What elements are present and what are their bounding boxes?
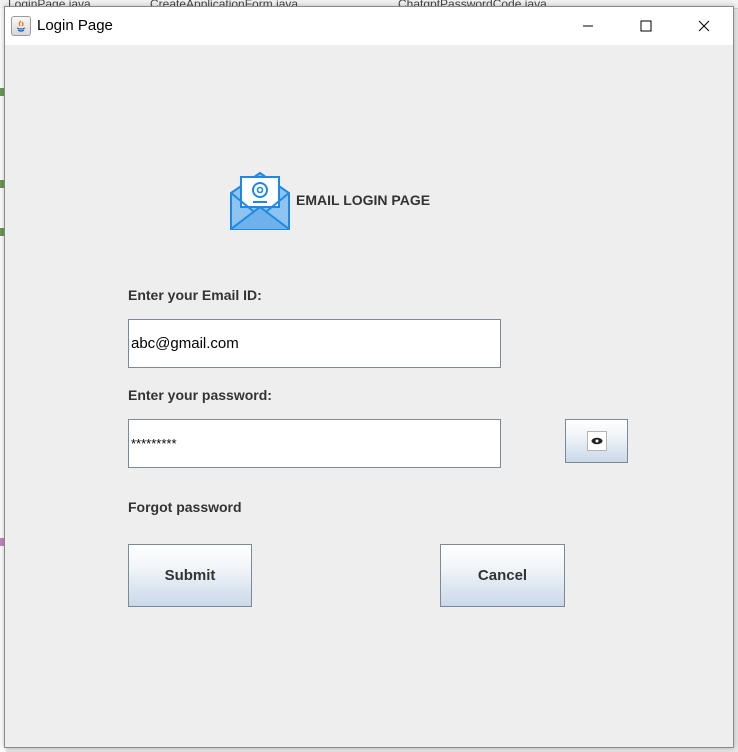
title-bar[interactable]: Login Page (5, 7, 733, 45)
email-input[interactable] (128, 319, 501, 368)
maximize-icon (640, 20, 652, 32)
window-title: Login Page (37, 17, 113, 34)
minimize-button[interactable] (559, 7, 617, 45)
password-input[interactable] (128, 419, 501, 468)
close-icon (698, 20, 710, 32)
password-label: Enter your password: (128, 387, 272, 403)
email-envelope-icon (230, 171, 290, 230)
show-password-button[interactable] (565, 419, 628, 463)
maximize-button[interactable] (617, 7, 675, 45)
java-app-icon (11, 16, 31, 36)
forgot-password-link[interactable]: Forgot password (128, 499, 242, 515)
login-window: Login Page EMAIL LOGIN PAGE Enter your E… (4, 6, 734, 748)
close-button[interactable] (675, 7, 733, 45)
page-heading: EMAIL LOGIN PAGE (296, 192, 431, 208)
cancel-button[interactable]: Cancel (440, 544, 565, 607)
email-label: Enter your Email ID: (128, 287, 262, 303)
minimize-icon (583, 25, 593, 27)
submit-button[interactable]: Submit (128, 544, 252, 607)
eye-icon (586, 431, 607, 451)
